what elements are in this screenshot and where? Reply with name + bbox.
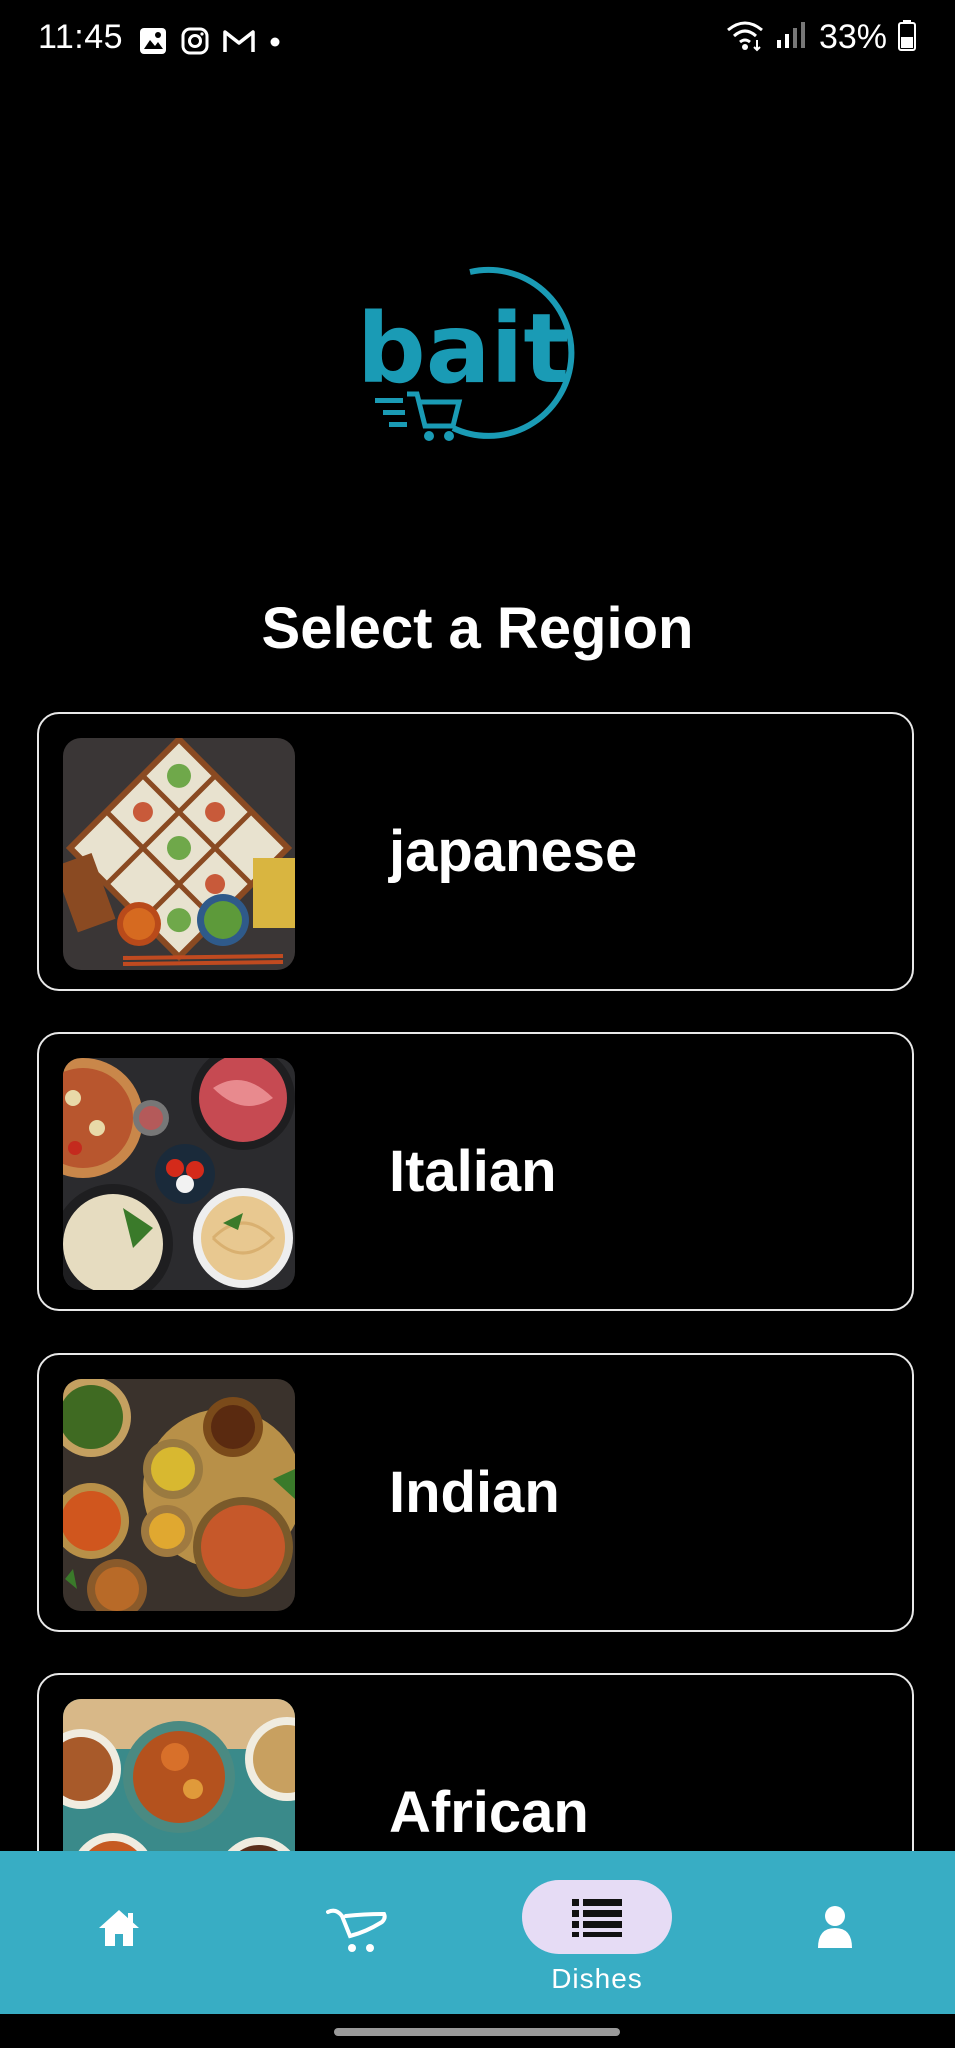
page-title: Select a Region xyxy=(261,596,694,661)
user-icon xyxy=(816,1904,854,1955)
nav-dishes-label: Dishes xyxy=(551,1963,643,1994)
indian-food-image xyxy=(63,1379,295,1611)
region-list[interactable]: japanese Italian Indian African xyxy=(37,712,918,1852)
region-name: Italian xyxy=(389,1139,557,1204)
nav-home[interactable] xyxy=(0,1851,238,2014)
system-status: 33% xyxy=(725,18,917,57)
nav-profile[interactable] xyxy=(717,1851,955,2014)
nav-cart[interactable] xyxy=(238,1851,476,2014)
notification-icons xyxy=(138,26,282,61)
status-bar: 11:45 33% xyxy=(0,0,955,84)
instagram-icon xyxy=(180,26,210,61)
italian-food-image xyxy=(63,1058,295,1290)
region-name: African xyxy=(389,1780,589,1845)
logo-text: bait xyxy=(357,293,569,405)
african-food-image xyxy=(63,1699,295,1852)
region-card-indian[interactable]: Indian xyxy=(37,1353,914,1632)
home-icon xyxy=(97,1908,141,1953)
battery-icon xyxy=(897,19,917,56)
list-icon xyxy=(572,1897,622,1942)
gmail-icon xyxy=(222,26,256,61)
region-card-japanese[interactable]: japanese xyxy=(37,712,914,991)
bottom-nav: Dishes xyxy=(0,1851,955,2014)
signal-icon xyxy=(775,20,809,55)
wifi-icon xyxy=(725,18,765,57)
region-name: Indian xyxy=(389,1460,560,1525)
region-card-italian[interactable]: Italian xyxy=(37,1032,914,1311)
dot-icon xyxy=(268,26,282,61)
region-card-african[interactable]: African xyxy=(37,1673,914,1852)
japanese-food-image xyxy=(63,738,295,970)
home-indicator[interactable] xyxy=(334,2028,620,2036)
region-name: japanese xyxy=(389,819,638,884)
status-time: 11:45 xyxy=(38,18,124,56)
battery-percent: 33% xyxy=(818,18,887,56)
gallery-icon xyxy=(138,26,168,61)
bait-logo: bait xyxy=(355,260,600,450)
